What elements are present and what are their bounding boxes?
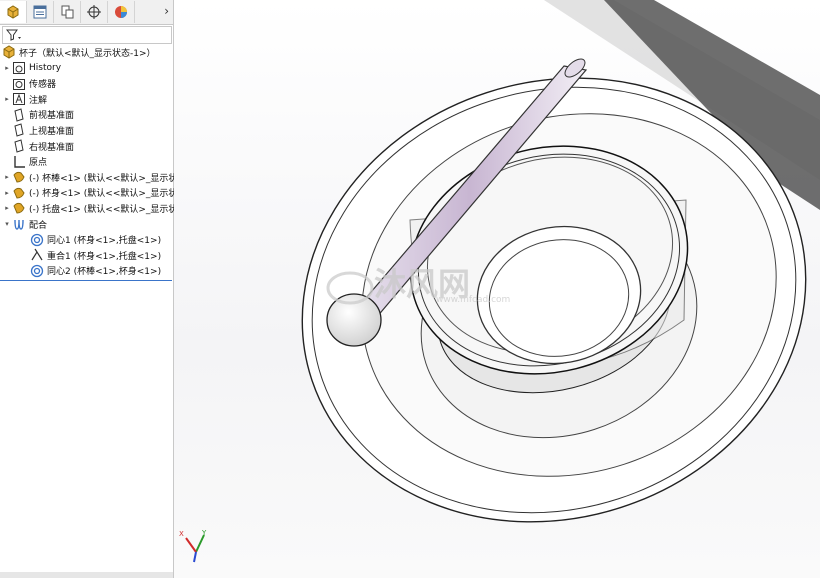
expand-toggle-icon[interactable]: ▸ (2, 173, 12, 181)
annotation-icon (12, 92, 26, 106)
tab-feature-manager[interactable] (0, 1, 27, 23)
tree-item[interactable]: 传感器 (2, 76, 56, 92)
concentric-icon (30, 233, 44, 247)
origin-icon (12, 155, 26, 169)
tab-display-manager[interactable] (108, 1, 135, 23)
tree-item[interactable]: 上视基准面 (2, 122, 74, 138)
tree-item[interactable]: ▸ 注解 (2, 91, 47, 107)
tree-item[interactable]: 右视基准面 (2, 138, 74, 154)
tree-item-label: 上视基准面 (29, 126, 75, 137)
expand-toggle-icon[interactable]: ▸ (2, 64, 12, 72)
feature-manager-panel: › 杯子（默认<默认_显示状态-1>） ▸ History 传感器 ▸ 注解前视基准面上… (0, 0, 177, 578)
panel-tabs: › (0, 0, 173, 25)
model-view[interactable]: 沐风网 www.mfcad.com Y X (174, 0, 820, 578)
horizontal-scrollbar[interactable] (0, 572, 173, 578)
tree-item-label: (-) 杯身<1> (默认<<默认>_显示状 (29, 189, 178, 200)
tree-item[interactable]: 重合1 (杯身<1>,托盘<1>) (20, 247, 161, 263)
tab-dimxpert-manager[interactable] (81, 1, 108, 23)
plane-icon (12, 139, 26, 153)
sensor-icon (12, 77, 26, 91)
property-manager-icon (33, 5, 47, 19)
configuration-manager-icon (61, 5, 74, 19)
expand-toggle-icon[interactable]: ▸ (2, 95, 12, 103)
feature-manager-icon (7, 5, 19, 19)
expand-toggle-icon[interactable]: ▸ (2, 189, 12, 197)
filter-bar[interactable] (2, 26, 172, 44)
tree-item-label: 注解 (29, 95, 48, 106)
assembly-icon (2, 45, 16, 59)
tree-item-label: (-) 托盘<1> (默认<<默认>_显示状 (29, 204, 178, 215)
tree-item[interactable]: ▸ (-) 杯身<1> (默认<<默认>_显示状 (2, 185, 177, 201)
tab-configuration-manager[interactable] (54, 1, 81, 23)
tree-item-label: 同心2 (杯棒<1>,杯身<1>) (47, 267, 162, 278)
tree-item-label: 同心1 (杯身<1>,托盘<1>) (47, 236, 162, 247)
panel-expand-icon[interactable]: › (164, 4, 169, 18)
dimxpert-icon (87, 5, 101, 19)
filter-icon[interactable] (5, 28, 21, 42)
tree-item-label: 传感器 (29, 80, 57, 91)
watermark-url: www.mfcad.com (436, 295, 510, 305)
tree-root[interactable]: 杯子（默认<默认_显示状态-1>） (2, 44, 156, 60)
mates-icon (12, 217, 26, 231)
graphics-area[interactable]: 沐风网 www.mfcad.com Y X (174, 0, 820, 578)
plane-icon (12, 108, 26, 122)
tree-item-label: (-) 杯棒<1> (默认<<默认>_显示状 (29, 173, 178, 184)
axis-triad-icon: Y X (179, 529, 207, 563)
part-icon (12, 201, 26, 215)
tab-property-manager[interactable] (27, 1, 54, 23)
concentric-icon (30, 264, 44, 278)
svg-text:X: X (179, 530, 184, 538)
tree-item-label: History (29, 63, 62, 73)
rollback-bar[interactable] (0, 280, 172, 281)
tree-item[interactable]: 原点 (2, 154, 47, 170)
tree-item[interactable]: 前视基准面 (2, 107, 74, 123)
history-icon (12, 61, 26, 75)
svg-text:Y: Y (201, 529, 207, 537)
coincident-icon (30, 248, 44, 262)
part-icon (12, 170, 26, 184)
tree-item[interactable]: 同心1 (杯身<1>,托盘<1>) (20, 232, 161, 248)
display-manager-icon (115, 6, 127, 18)
tree-item[interactable]: ▸ (-) 杯棒<1> (默认<<默认>_显示状 (2, 169, 177, 185)
tree-item-label: 配合 (29, 220, 48, 231)
part-icon (12, 186, 26, 200)
tree-item-label: 右视基准面 (29, 142, 75, 153)
expand-toggle-icon[interactable]: ▸ (2, 204, 12, 212)
plane-icon (12, 123, 26, 138)
tree-item[interactable]: ▾ 配合 (2, 216, 47, 232)
tree-item-label: 重合1 (杯身<1>,托盘<1>) (47, 251, 162, 262)
tree-root-label: 杯子（默认<默认_显示状态-1>） (19, 48, 156, 59)
tree-item[interactable]: 同心2 (杯棒<1>,杯身<1>) (20, 263, 161, 279)
tree-item[interactable]: ▸ History (2, 60, 61, 76)
tree-item[interactable]: ▸ (-) 托盘<1> (默认<<默认>_显示状 (2, 200, 177, 216)
tree-item-label: 原点 (29, 158, 48, 169)
tree-item-label: 前视基准面 (29, 111, 75, 122)
expand-toggle-icon[interactable]: ▾ (2, 220, 12, 228)
